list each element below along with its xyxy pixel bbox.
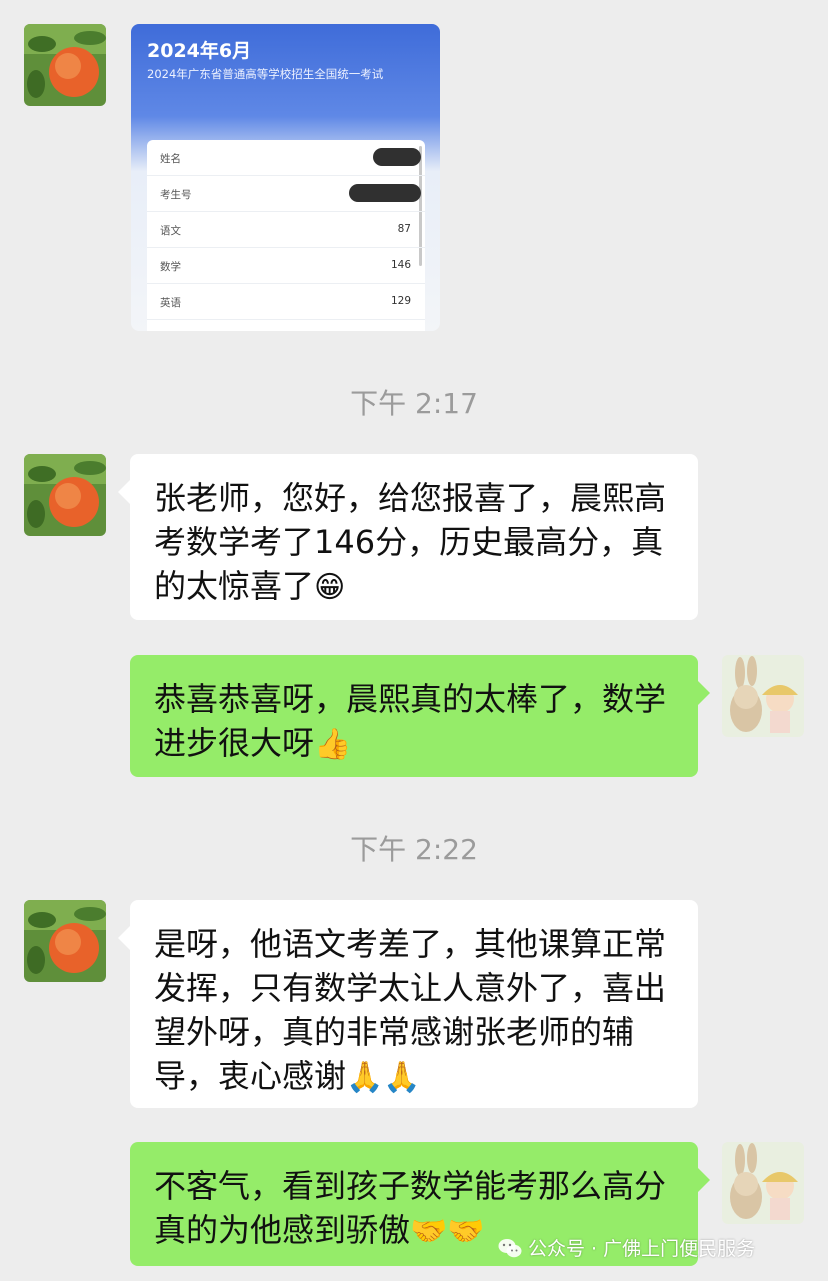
row-value: 129 [390, 295, 411, 307]
score-row: 英语 129 [147, 284, 425, 320]
contact-avatar[interactable] [24, 24, 106, 106]
thumbs-up-emoji-icon: 👍 [314, 727, 352, 762]
redaction-mark [349, 184, 421, 202]
my-avatar[interactable] [722, 1142, 804, 1224]
pray-emoji-icon: 🙏🙏 [346, 1060, 421, 1095]
wechat-icon [498, 1238, 522, 1257]
peach-avatar-icon [24, 24, 106, 106]
handshake-emoji-icon: 🤝🤝 [410, 1214, 485, 1249]
chat-window: 2024年6月 2024年广东省普通高等学校招生全国统一考试 姓名 考生号 语文… [0, 0, 828, 1281]
card-subtitle: 2024年广东省普通高等学校招生全国统一考试 [147, 67, 384, 81]
card-title: 2024年6月 [147, 40, 252, 62]
timestamp: 下午 2:17 [350, 387, 478, 420]
message-bubble-received[interactable]: 是呀，他语文考差了，其他课算正常发挥，只有数学太让人意外了，喜出望外呀，真的非常… [118, 900, 698, 1108]
contact-avatar[interactable] [24, 454, 106, 536]
score-panel: 姓名 考生号 语文 87 数学 146 英语 129 物理 92 [147, 140, 425, 331]
score-row: 考生号 [147, 176, 425, 212]
message-bubble-sent[interactable]: 恭喜恭喜呀，晨熙真的太棒了，数学进步很大呀👍 [130, 655, 710, 777]
row-value: 146 [390, 259, 411, 271]
my-avatar[interactable] [722, 655, 804, 737]
row-label: 姓名 [160, 153, 181, 165]
peach-avatar-icon [24, 900, 106, 982]
bunny-girl-avatar-icon [722, 1142, 804, 1224]
message-text: 张老师，您好，给您报喜了，晨熙高考数学考了146分，历史最高分，真的太惊喜了 [154, 479, 667, 605]
bunny-girl-avatar-icon [722, 655, 804, 737]
score-row: 数学 146 [147, 248, 425, 284]
row-label: 考生号 [160, 189, 192, 201]
score-row: 语文 87 [147, 212, 425, 248]
watermark: 公众号 · 广佛上门便民服务 [498, 1234, 755, 1261]
message-bubble-received[interactable]: 张老师，您好，给您报喜了，晨熙高考数学考了146分，历史最高分，真的太惊喜了😁 [118, 454, 698, 620]
row-value: 87 [397, 223, 411, 235]
redaction-mark [373, 148, 421, 166]
contact-avatar[interactable] [24, 900, 106, 982]
row-label: 语文 [160, 225, 181, 237]
watermark-text: 公众号 · 广佛上门便民服务 [528, 1238, 756, 1260]
score-row: 物理 92 [147, 320, 425, 331]
score-row: 姓名 [147, 140, 425, 176]
row-label: 数学 [160, 261, 181, 273]
grin-emoji-icon: 😁 [314, 570, 346, 605]
timestamp: 下午 2:22 [350, 833, 478, 866]
row-label: 英语 [160, 297, 181, 309]
shared-image-card[interactable]: 2024年6月 2024年广东省普通高等学校招生全国统一考试 姓名 考生号 语文… [131, 24, 440, 331]
peach-avatar-icon [24, 454, 106, 536]
message-text: 恭喜恭喜呀，晨熙真的太棒了，数学进步很大呀 [154, 680, 667, 762]
